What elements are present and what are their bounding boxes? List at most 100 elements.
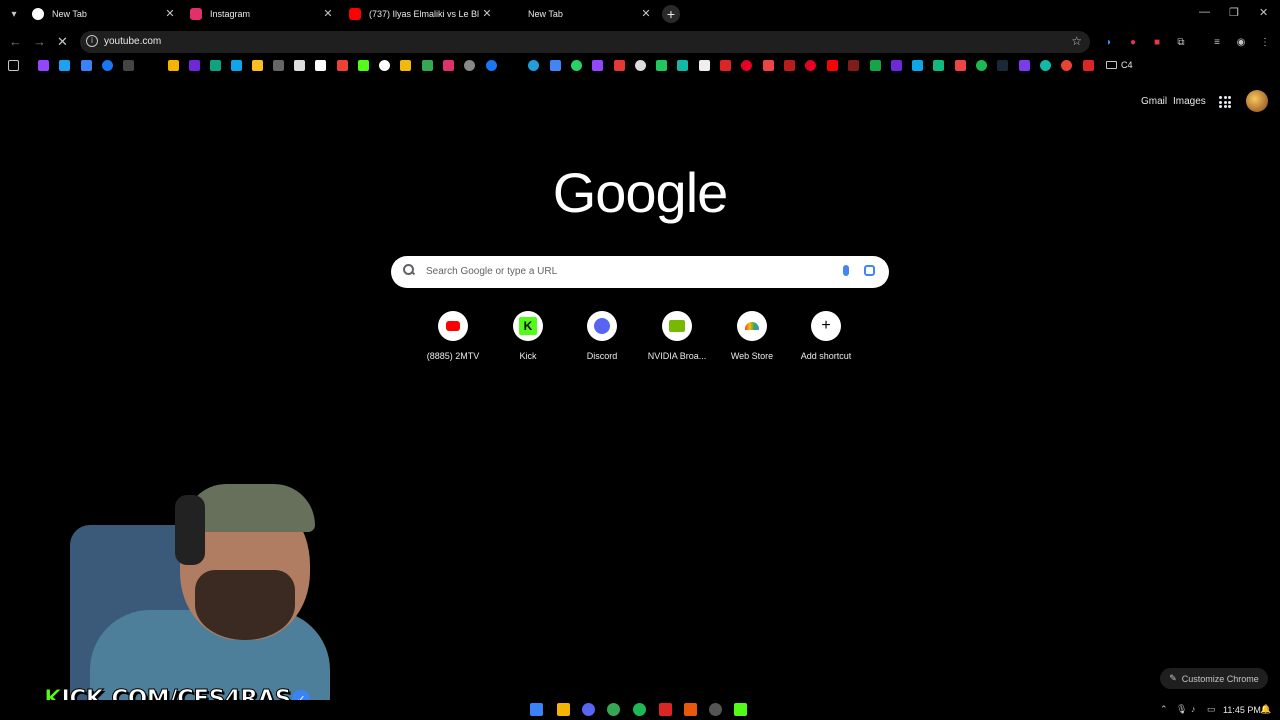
bookmark-icon[interactable] xyxy=(656,60,667,71)
bookmark-icon[interactable] xyxy=(955,60,966,71)
google-lens-icon[interactable] xyxy=(864,265,875,276)
shortcut-web-store[interactable]: Web Store xyxy=(717,311,787,361)
extension-icon[interactable]: ● xyxy=(1126,35,1140,49)
bookmark-icon[interactable] xyxy=(933,60,944,71)
bookmark-icon[interactable] xyxy=(1040,60,1051,71)
spotify-icon[interactable] xyxy=(976,60,987,71)
windows-start-icon[interactable] xyxy=(530,703,543,716)
minimize-button[interactable]: — xyxy=(1199,6,1210,18)
bookmark-icon[interactable] xyxy=(273,60,284,71)
microphone-icon[interactable]: 🎙 xyxy=(1176,704,1187,715)
tab-new-tab-1[interactable]: New Tab ✕ xyxy=(32,4,177,24)
twitch-icon[interactable] xyxy=(592,60,603,71)
bookmark-icon[interactable] xyxy=(189,60,200,71)
youtube-icon[interactable] xyxy=(827,60,838,71)
speaker-icon[interactable]: ♪ xyxy=(1191,704,1196,714)
bookmark-icon[interactable] xyxy=(38,60,49,71)
bookmark-icon[interactable] xyxy=(294,60,305,71)
gmail-icon[interactable] xyxy=(337,60,348,71)
chrome-menu-icon[interactable]: ⋮ xyxy=(1258,35,1272,49)
address-bar[interactable]: i youtube.com ☆ xyxy=(80,31,1090,53)
microphone-icon[interactable] xyxy=(843,265,849,276)
tab-new-tab-2[interactable]: New Tab ✕ xyxy=(508,4,653,24)
bookmark-icon[interactable] xyxy=(210,60,221,71)
bookmark-icon[interactable] xyxy=(699,60,710,71)
bookmark-icon[interactable] xyxy=(912,60,923,71)
spotify-icon[interactable] xyxy=(633,703,646,716)
extension-icon[interactable]: ■ xyxy=(1150,35,1164,49)
tab-instagram[interactable]: Instagram ✕ xyxy=(190,4,335,24)
bookmark-icon[interactable] xyxy=(81,60,92,71)
steam-icon[interactable] xyxy=(997,60,1008,71)
bookmark-icon[interactable] xyxy=(784,60,795,71)
network-icon[interactable]: ▭ xyxy=(1207,704,1216,715)
bookmark-folder[interactable]: C4 xyxy=(1106,60,1133,70)
forward-button[interactable]: → xyxy=(33,34,46,49)
bookmark-icon[interactable] xyxy=(59,60,70,71)
pinterest-icon[interactable] xyxy=(741,60,752,71)
search-box[interactable]: Search Google or type a URL xyxy=(391,256,889,288)
chevron-up-icon[interactable]: ⌃ xyxy=(1160,704,1168,715)
close-tab-icon[interactable]: ✕ xyxy=(163,7,177,20)
taskbar-app-icon[interactable] xyxy=(659,703,672,716)
extensions-puzzle-icon[interactable]: ⧉ xyxy=(1174,35,1188,49)
adobe-icon[interactable] xyxy=(1083,60,1094,71)
bookmark-icon[interactable] xyxy=(123,60,134,71)
shortcut-kick[interactable]: K Kick xyxy=(493,311,563,361)
bookmark-icon[interactable] xyxy=(848,60,859,71)
facebook-icon[interactable] xyxy=(102,60,113,71)
close-tab-icon[interactable]: ✕ xyxy=(639,7,653,20)
bookmark-icon[interactable] xyxy=(891,60,902,71)
stop-button[interactable]: ✕ xyxy=(57,34,68,50)
avatar[interactable] xyxy=(1246,90,1268,112)
gmail-link[interactable]: Gmail xyxy=(1141,96,1167,107)
play-store-icon[interactable] xyxy=(422,60,433,71)
bookmark-icon[interactable] xyxy=(614,60,625,71)
customize-chrome-button[interactable]: ✎ Customize Chrome xyxy=(1160,668,1268,689)
site-info-icon[interactable]: i xyxy=(86,35,98,47)
images-link[interactable]: Images xyxy=(1173,96,1206,107)
bookmark-icon[interactable] xyxy=(720,60,731,71)
bookmark-icon[interactable] xyxy=(168,60,179,71)
tab-search-icon[interactable]: ▾ xyxy=(6,6,22,22)
shortcut-youtube[interactable]: (8885) 2MTV xyxy=(418,311,488,361)
facebook-icon[interactable] xyxy=(486,60,497,71)
close-tab-icon[interactable]: ✕ xyxy=(480,7,494,20)
bookmark-icon[interactable] xyxy=(252,60,263,71)
bookmark-star-icon[interactable]: ☆ xyxy=(1071,34,1082,48)
close-tab-icon[interactable]: ✕ xyxy=(321,7,335,20)
bookmark-icon[interactable] xyxy=(231,60,242,71)
profile-icon[interactable]: ◉ xyxy=(1234,35,1248,49)
shortcut-nvidia[interactable]: NVIDIA Broa... xyxy=(642,311,712,361)
new-tab-button[interactable]: + xyxy=(662,5,680,23)
close-window-button[interactable]: ✕ xyxy=(1259,6,1268,19)
bookmark-icon[interactable] xyxy=(464,60,475,71)
binance-icon[interactable] xyxy=(400,60,411,71)
bookmark-icon[interactable] xyxy=(550,60,561,71)
bookmark-icon[interactable] xyxy=(763,60,774,71)
notification-icon[interactable]: 🔔 xyxy=(1260,704,1271,715)
kick-icon[interactable] xyxy=(358,60,369,71)
file-explorer-icon[interactable] xyxy=(557,703,570,716)
discord-icon[interactable] xyxy=(582,703,595,716)
clock[interactable]: 11:45 PM xyxy=(1223,705,1261,715)
bookmark-icon[interactable] xyxy=(870,60,881,71)
add-shortcut-button[interactable]: + Add shortcut xyxy=(791,311,861,361)
bookmark-icon[interactable] xyxy=(635,60,646,71)
tab-youtube-video[interactable]: (737) Ilyas Elmaliki vs Le Bledard ✕ xyxy=(349,4,494,24)
shortcut-discord[interactable]: Discord xyxy=(567,311,637,361)
taskbar-app-icon[interactable] xyxy=(684,703,697,716)
google-apps-icon[interactable] xyxy=(1219,96,1231,108)
bookmark-icon[interactable] xyxy=(1019,60,1030,71)
instagram-icon[interactable] xyxy=(443,60,454,71)
whatsapp-icon[interactable] xyxy=(571,60,582,71)
taskbar-app-icon[interactable] xyxy=(709,703,722,716)
restore-button[interactable]: ❐ xyxy=(1229,6,1239,19)
media-control-icon[interactable]: ≡ xyxy=(1210,35,1224,49)
extension-icon[interactable]: ◗ xyxy=(1102,35,1116,49)
chrome-icon[interactable] xyxy=(607,703,620,716)
apps-grid-icon[interactable] xyxy=(8,60,19,71)
back-button[interactable]: ← xyxy=(9,34,22,49)
bookmark-icon[interactable] xyxy=(677,60,688,71)
bookmark-icon[interactable] xyxy=(315,60,326,71)
